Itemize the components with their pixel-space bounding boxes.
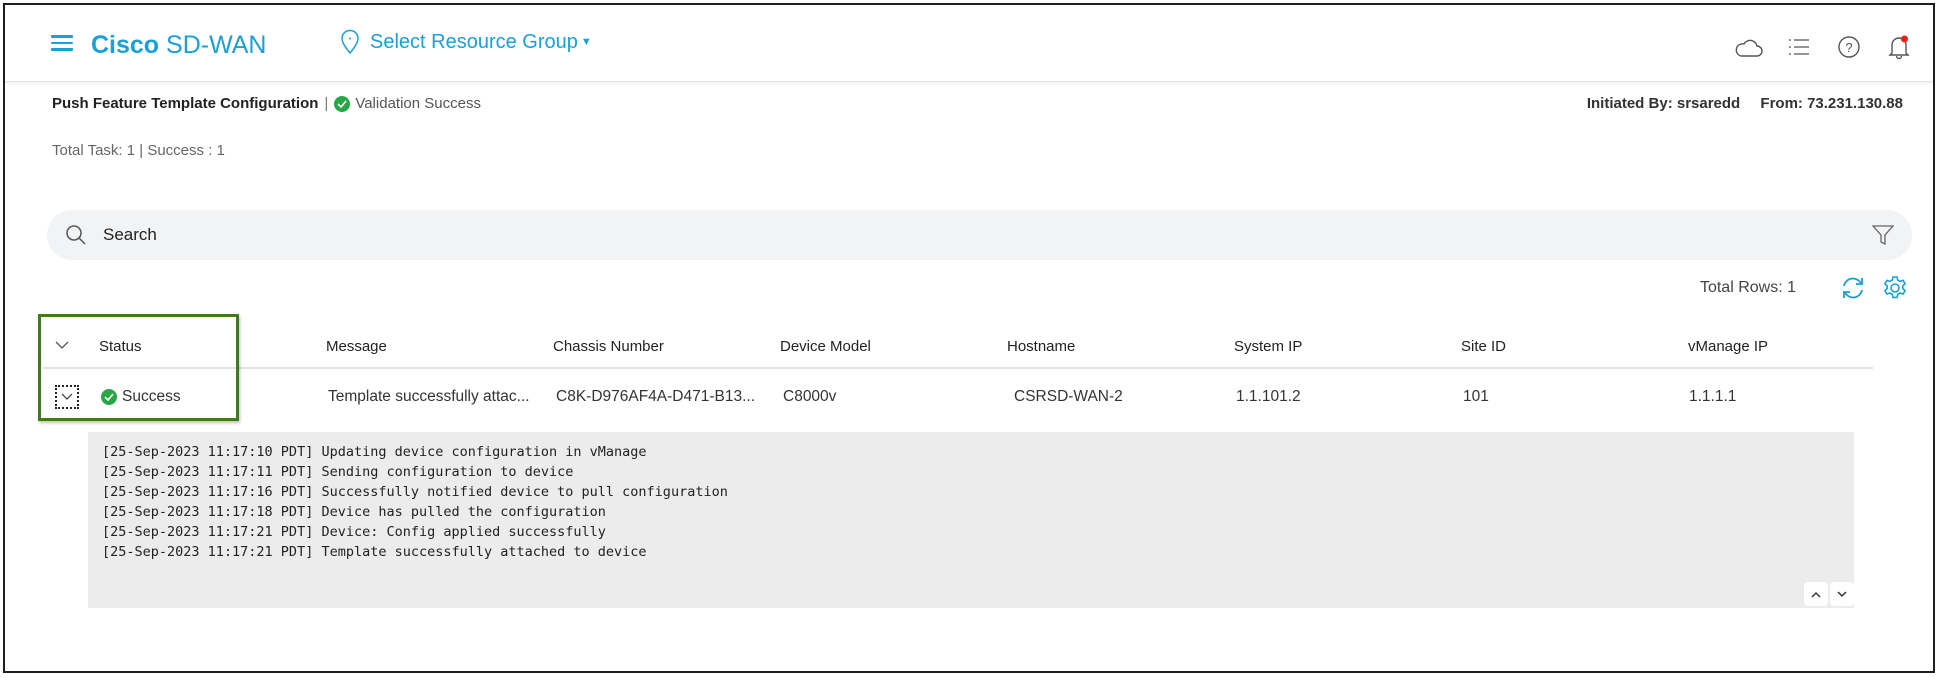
svg-text:?: ?	[1845, 40, 1852, 55]
task-list-icon[interactable]	[1783, 33, 1815, 61]
table-header: Status Message Chassis Number Device Mod…	[43, 327, 1873, 369]
expand-row-chevron-icon[interactable]	[55, 385, 79, 409]
header-actions: ?	[1715, 33, 1915, 61]
help-icon[interactable]: ?	[1833, 33, 1865, 61]
brand-bold: Cisco	[91, 31, 160, 59]
brand-logo[interactable]: Cisco SD-WAN	[91, 31, 267, 60]
settings-gear-icon[interactable]	[1882, 275, 1908, 301]
caret-down-icon: ▼	[580, 36, 592, 48]
column-header-hostname[interactable]: Hostname	[1007, 327, 1075, 367]
log-line: [25-Sep-2023 11:17:21 PDT] Template succ…	[102, 544, 647, 560]
row-status-text: Success	[122, 388, 181, 405]
check-circle-icon	[101, 388, 117, 405]
filter-icon[interactable]	[1872, 224, 1894, 246]
column-header-site-id[interactable]: Site ID	[1461, 327, 1506, 367]
task-title-row: Push Feature Template Configuration | Va…	[52, 95, 481, 112]
initiated-by: Initiated By: srsaredd	[1586, 95, 1741, 112]
search-input[interactable]	[101, 224, 1805, 246]
row-site-id: 101	[1463, 388, 1489, 405]
column-header-message[interactable]: Message	[326, 327, 387, 367]
column-header-chassis-number[interactable]: Chassis Number	[553, 327, 664, 367]
validation-status: Validation Success	[355, 95, 481, 112]
table-toolbar: Total Rows: 1	[1700, 275, 1908, 301]
log-line: [25-Sep-2023 11:17:18 PDT] Device has pu…	[102, 504, 606, 520]
row-device-model: C8000v	[783, 388, 837, 405]
hamburger-menu-icon[interactable]	[51, 35, 73, 51]
task-title: Push Feature Template Configuration	[52, 95, 319, 112]
cloud-icon[interactable]	[1733, 33, 1765, 61]
log-line: [25-Sep-2023 11:17:16 PDT] Successfully …	[102, 484, 728, 500]
resource-group-dropdown[interactable]: Select Resource Group ▼	[340, 29, 592, 55]
row-vmanage-ip: 1.1.1.1	[1689, 388, 1737, 405]
total-rows: Total Rows: 1	[1699, 279, 1796, 296]
row-status: Success	[101, 369, 181, 424]
brand-product: SD-WAN	[159, 31, 267, 59]
scroll-down-button[interactable]	[1830, 582, 1854, 606]
row-system-ip: 1.1.101.2	[1236, 388, 1301, 405]
log-line: [25-Sep-2023 11:17:21 PDT] Device: Confi…	[102, 524, 606, 540]
search-icon	[66, 225, 86, 245]
check-circle-icon	[334, 95, 351, 112]
resource-group-label: Select Resource Group	[370, 30, 578, 53]
refresh-icon[interactable]	[1840, 275, 1866, 301]
log-scroll-controls	[1802, 582, 1854, 606]
title-separator: |	[324, 95, 329, 112]
column-header-status[interactable]: Status	[99, 327, 142, 367]
task-initiator-info: Initiated By: srsaredd From: 73.231.130.…	[1587, 95, 1903, 112]
tasks-table: Status Message Chassis Number Device Mod…	[43, 327, 1873, 424]
column-header-vmanage-ip[interactable]: vManage IP	[1688, 327, 1768, 367]
table-row[interactable]: Success Template successfully attac... C…	[43, 369, 1873, 424]
scroll-up-button[interactable]	[1804, 582, 1828, 606]
location-pin-icon	[341, 29, 359, 55]
app-window: Cisco SD-WAN Select Resource Group ▼ ? P…	[3, 3, 1935, 673]
column-header-device-model[interactable]: Device Model	[780, 327, 871, 367]
search-bar	[47, 210, 1912, 260]
row-chassis-number: C8K-D976AF4A-D471-B13...	[556, 388, 756, 405]
initiated-from: From: 73.231.130.88	[1760, 95, 1903, 112]
log-line: [25-Sep-2023 11:17:11 PDT] Sending confi…	[102, 464, 574, 480]
notification-bell-icon[interactable]	[1883, 33, 1915, 61]
row-message: Template successfully attac...	[328, 388, 530, 405]
log-lines: [25-Sep-2023 11:17:10 PDT] Updating devi…	[88, 432, 1854, 562]
column-header-system-ip[interactable]: System IP	[1234, 327, 1302, 367]
task-totals: Total Task: 1 | Success : 1	[52, 142, 225, 159]
top-header: Cisco SD-WAN Select Resource Group ▼ ?	[5, 5, 1933, 82]
log-line: [25-Sep-2023 11:17:10 PDT] Updating devi…	[102, 444, 647, 460]
expand-all-chevron-icon[interactable]	[55, 337, 69, 354]
task-log-panel[interactable]: [25-Sep-2023 11:17:10 PDT] Updating devi…	[88, 432, 1854, 608]
row-hostname: CSRSD-WAN-2	[1014, 388, 1123, 405]
